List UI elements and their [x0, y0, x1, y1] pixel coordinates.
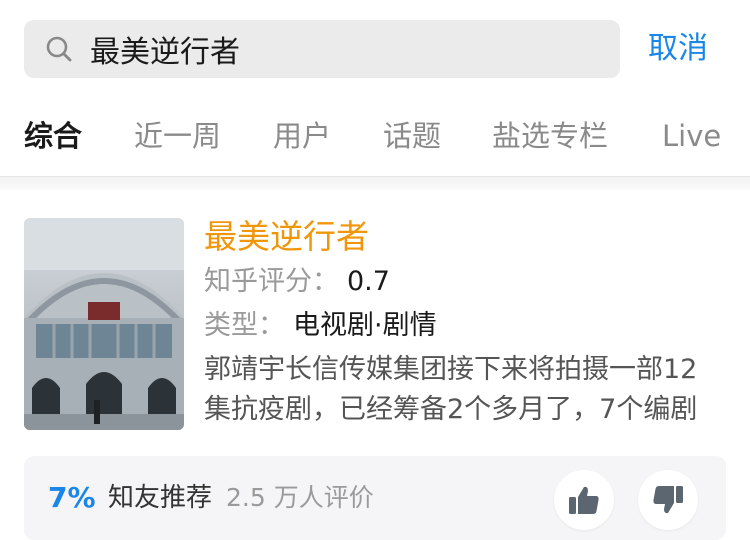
tab-salt-column[interactable]: 盐选专栏 — [492, 108, 608, 164]
tab-users[interactable]: 用户 — [273, 108, 331, 164]
thumbs-up-icon — [569, 486, 599, 514]
recommend-card: 7% 知友推荐 2.5 万人评价 — [24, 456, 726, 540]
cancel-button[interactable]: 取消 — [648, 26, 708, 72]
recommend-percent: 7% — [48, 481, 96, 514]
dislike-button[interactable] — [638, 470, 698, 530]
type-row: 类型： 电视剧·剧情 — [204, 306, 437, 346]
rating-row: 知乎评分： 0.7 — [204, 262, 390, 302]
type-label: 类型： — [204, 310, 285, 341]
thumbs-down-icon — [653, 486, 683, 514]
result-description[interactable]: 郭靖宇长信传媒集团接下来将拍摄一部12集抗疫剧，已经筹备2个多月了，7个编剧执.… — [204, 350, 724, 430]
rating-value: 0.7 — [347, 266, 390, 297]
tab-bar: 综合 近一周 用户 话题 盐选专栏 Live — [0, 108, 750, 164]
recommend-label: 知友推荐 — [108, 483, 213, 513]
type-value: 电视剧·剧情 — [293, 310, 437, 341]
search-input[interactable] — [90, 31, 590, 67]
railway-station-icon — [24, 218, 184, 430]
search-icon — [44, 34, 74, 64]
section-divider — [0, 176, 750, 190]
tab-topics[interactable]: 话题 — [383, 108, 441, 164]
search-bar[interactable] — [24, 20, 620, 78]
result-title[interactable]: 最美逆行者 — [204, 214, 369, 260]
review-count: 2.5 万人评价 — [226, 483, 374, 512]
tab-recent-week[interactable]: 近一周 — [134, 108, 221, 164]
like-button[interactable] — [554, 470, 614, 530]
poster-image[interactable] — [24, 218, 184, 430]
tab-live[interactable]: Live — [662, 108, 721, 164]
tab-comprehensive[interactable]: 综合 — [24, 108, 82, 164]
rating-label: 知乎评分： — [204, 266, 339, 297]
